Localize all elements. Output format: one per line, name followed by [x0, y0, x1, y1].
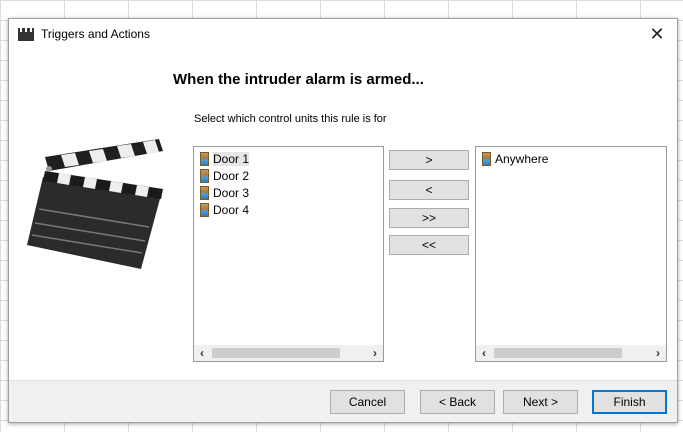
triggers-actions-dialog: Triggers and Actions ✕ When the intruder… [8, 18, 678, 423]
list-item[interactable]: Anywhere [482, 151, 548, 167]
door-icon [482, 152, 491, 166]
finish-button[interactable]: Finish [592, 390, 667, 414]
door-icon [200, 169, 209, 183]
cancel-button[interactable]: Cancel [330, 390, 405, 414]
scroll-right-icon[interactable]: › [367, 345, 383, 361]
remove-selected-button[interactable]: < [389, 180, 469, 200]
door-icon [200, 186, 209, 200]
horizontal-scrollbar[interactable]: ‹ › [476, 345, 666, 361]
horizontal-scrollbar[interactable]: ‹ › [194, 345, 383, 361]
scroll-right-icon[interactable]: › [650, 345, 666, 361]
add-selected-button[interactable]: > [389, 150, 469, 170]
scrollbar-thumb[interactable] [212, 348, 340, 358]
close-icon: ✕ [649, 23, 665, 44]
clapperboard-illustration [27, 139, 163, 269]
back-button[interactable]: < Back [420, 390, 495, 414]
clapperboard-icon [18, 28, 34, 41]
door-icon [200, 203, 209, 217]
list-item[interactable]: Door 2 [200, 168, 249, 184]
list-item[interactable]: Door 1 [200, 151, 250, 167]
list-item[interactable]: Door 3 [200, 185, 249, 201]
title-bar: Triggers and Actions ✕ [9, 19, 677, 49]
scroll-left-icon[interactable]: ‹ [194, 345, 210, 361]
close-button[interactable]: ✕ [637, 19, 677, 49]
add-all-button[interactable]: >> [389, 208, 469, 228]
scrollbar-thumb[interactable] [494, 348, 622, 358]
available-units-list[interactable]: Door 1 Door 2 Door 3 Door 4 ‹ › [193, 146, 384, 362]
scroll-left-icon[interactable]: ‹ [476, 345, 492, 361]
dialog-footer: Cancel < Back Next > Finish [9, 380, 677, 422]
instruction-text: Select which control units this rule is … [194, 113, 387, 125]
page-heading: When the intruder alarm is armed... [173, 71, 424, 88]
selected-units-list[interactable]: Anywhere ‹ › [475, 146, 667, 362]
remove-all-button[interactable]: << [389, 235, 469, 255]
window-title: Triggers and Actions [41, 27, 150, 41]
door-icon [200, 152, 209, 166]
next-button[interactable]: Next > [503, 390, 578, 414]
list-item[interactable]: Door 4 [200, 202, 249, 218]
